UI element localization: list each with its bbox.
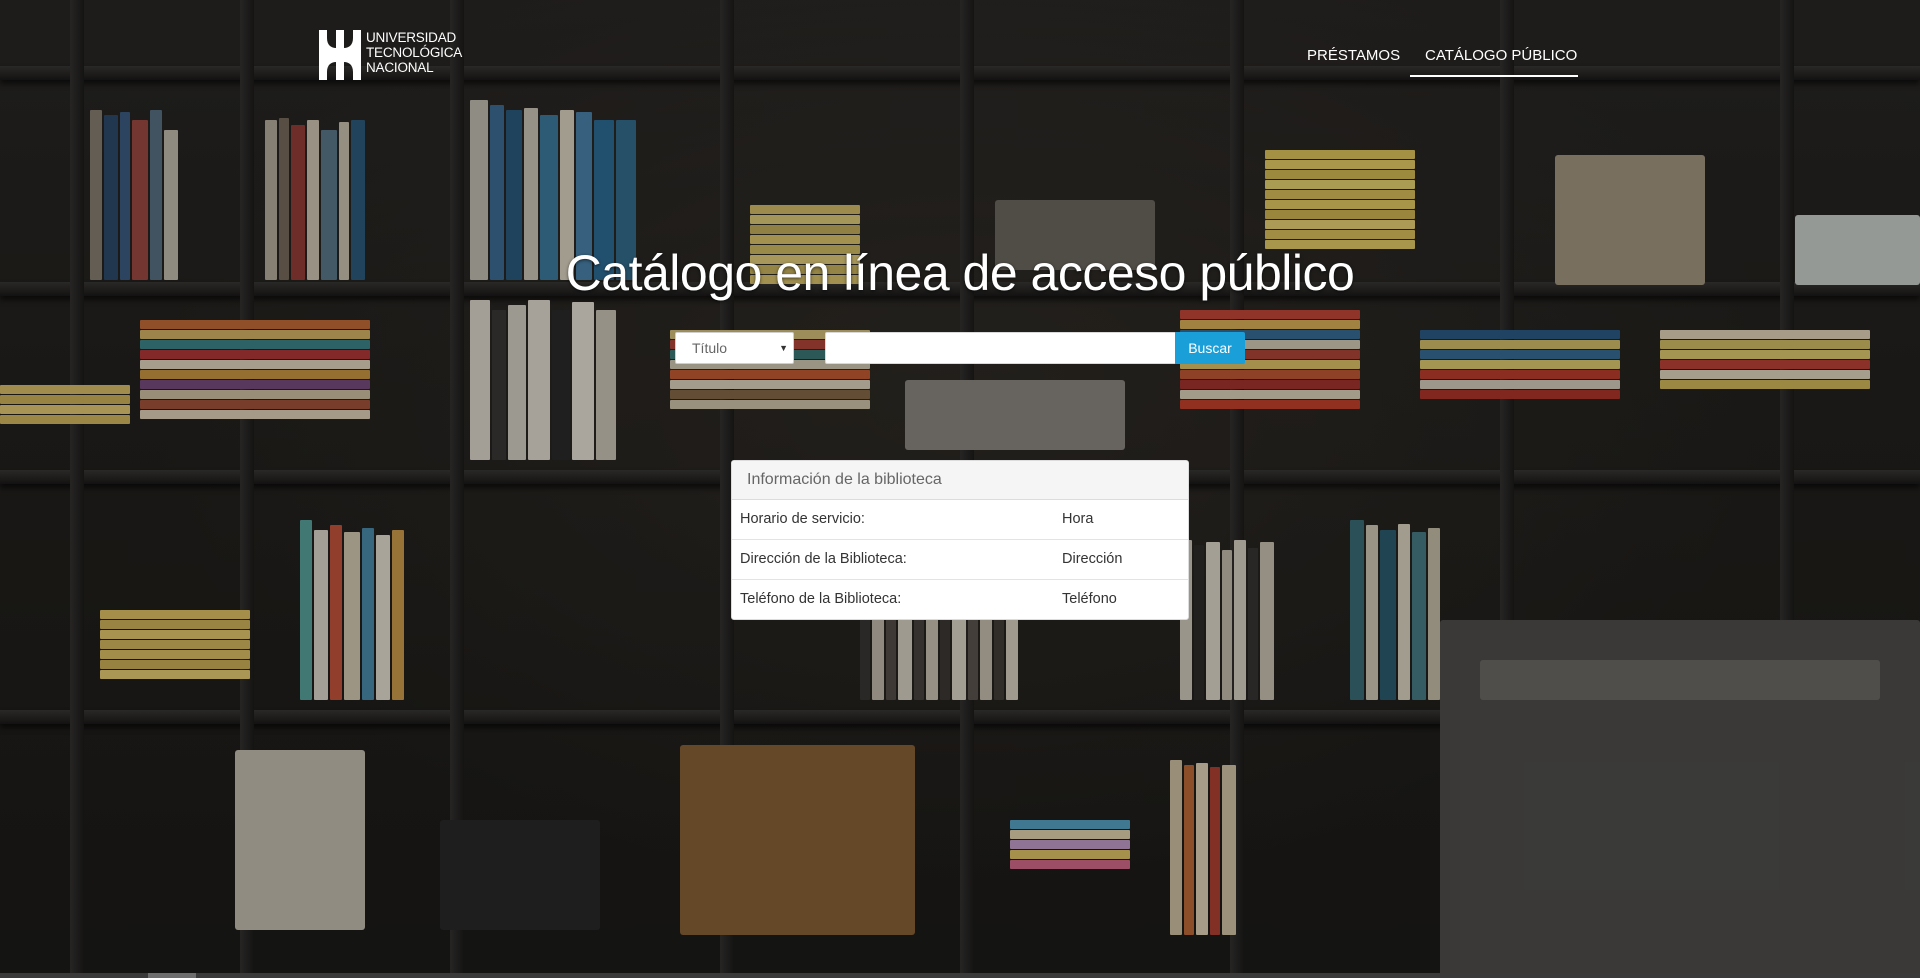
caret-down-icon: ▼ xyxy=(779,343,788,353)
search-button[interactable]: Buscar xyxy=(1175,332,1245,364)
search-field-selected: Título xyxy=(692,340,728,356)
scrollbar-thumb[interactable] xyxy=(148,973,196,978)
info-row-hours: Horario de servicio: Hora xyxy=(732,500,1188,540)
panel-heading: Información de la biblioteca xyxy=(732,461,1188,500)
info-value: Teléfono xyxy=(1062,591,1117,607)
info-row-address: Dirección de la Biblioteca: Dirección xyxy=(732,540,1188,580)
info-value: Dirección xyxy=(1062,551,1123,567)
info-row-phone: Teléfono de la Biblioteca: Teléfono xyxy=(732,580,1188,619)
info-label: Horario de servicio: xyxy=(740,511,865,527)
page-title: Catálogo en línea de acceso público xyxy=(565,245,1355,301)
site-header: UNIVERSIDAD TECNOLÓGICA NACIONAL PRÉSTAM… xyxy=(0,0,1920,86)
main-nav: PRÉSTAMOS CATÁLOGO PÚBLICO xyxy=(0,42,1920,78)
nav-link-catalogo-publico[interactable]: CATÁLOGO PÚBLICO xyxy=(1425,42,1577,76)
nav-active-indicator xyxy=(1410,75,1578,77)
nav-link-prestamos[interactable]: PRÉSTAMOS xyxy=(1307,42,1400,76)
info-label: Dirección de la Biblioteca: xyxy=(740,551,907,567)
search-field-select[interactable]: Título ▼ xyxy=(675,332,794,364)
info-value: Hora xyxy=(1062,511,1094,527)
library-info-panel: Información de la biblioteca Horario de … xyxy=(731,460,1189,620)
search-input[interactable] xyxy=(825,332,1175,364)
info-label: Teléfono de la Biblioteca: xyxy=(740,591,902,607)
horizontal-scrollbar[interactable] xyxy=(0,973,1920,978)
